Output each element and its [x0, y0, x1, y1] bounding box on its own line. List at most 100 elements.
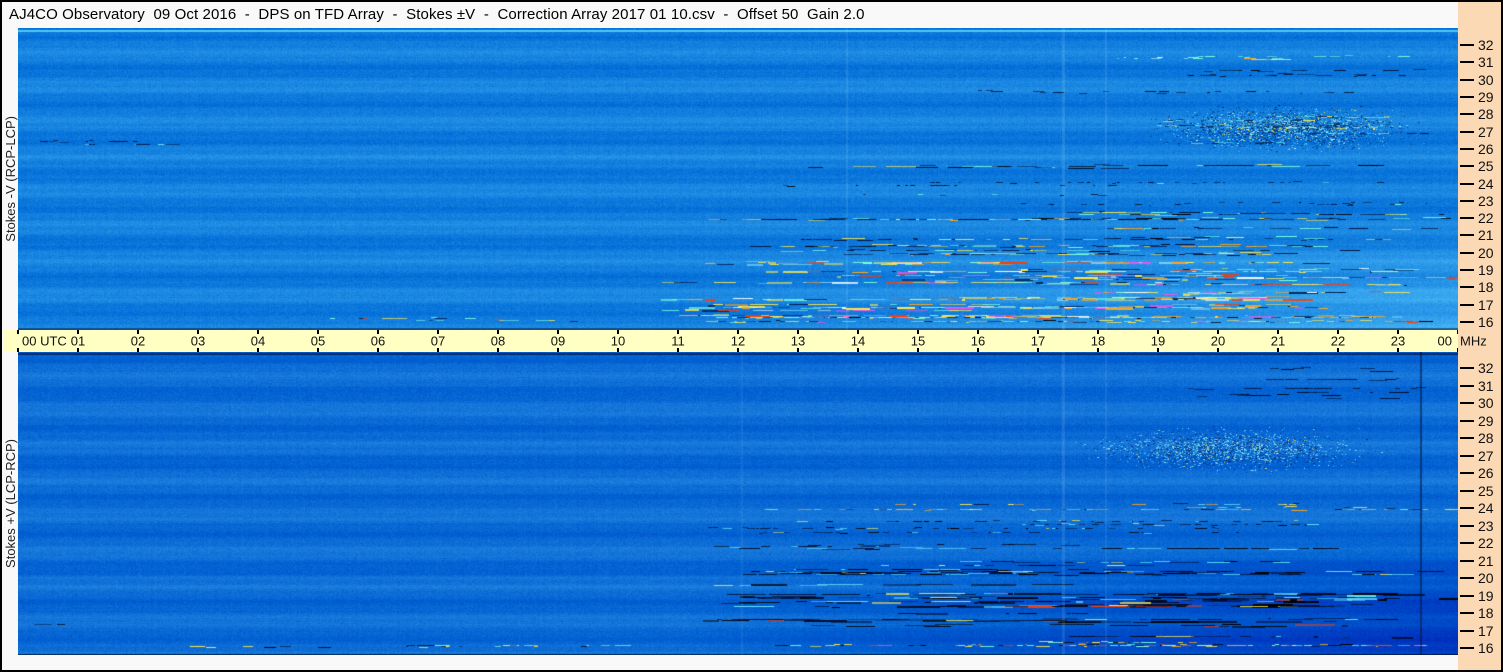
freq-tick: [1460, 525, 1474, 527]
freq-label-19: 19: [1478, 262, 1494, 278]
freq-label-22: 22: [1478, 210, 1494, 226]
freq-label-16: 16: [1478, 640, 1494, 656]
time-label-22: 22: [1330, 333, 1346, 349]
freq-label-18: 18: [1478, 605, 1494, 621]
panel-bottom-ylabel-wrap: Stokes +V (LCP-RCP): [2, 352, 18, 655]
time-label-03: 03: [190, 333, 206, 349]
freq-tick: [1460, 367, 1474, 369]
freq-label-28: 28: [1478, 106, 1494, 122]
time-label-14: 14: [850, 333, 866, 349]
time-label-15: 15: [910, 333, 926, 349]
time-label-07: 07: [430, 333, 446, 349]
freq-tick: [1460, 321, 1474, 323]
freq-label-17: 17: [1478, 623, 1494, 639]
time-label-20: 20: [1210, 333, 1226, 349]
freq-tick: [1460, 507, 1474, 509]
freq-tick: [1460, 402, 1474, 404]
time-label-00: 00 UTC: [22, 333, 67, 349]
time-label-18: 18: [1090, 333, 1106, 349]
title-bar: AJ4CO Observatory 09 Oct 2016 - DPS on T…: [2, 2, 1458, 28]
freq-label-31: 31: [1478, 54, 1494, 70]
freq-label-32: 32: [1478, 360, 1494, 376]
freq-tick: [1460, 577, 1474, 579]
freq-label-25: 25: [1478, 483, 1494, 499]
freq-label-28: 28: [1478, 430, 1494, 446]
freq-tick: [1460, 612, 1474, 614]
freq-tick: [1460, 44, 1474, 46]
freq-tick: [1460, 630, 1474, 632]
freq-label-17: 17: [1478, 297, 1494, 313]
plot-title: AJ4CO Observatory 09 Oct 2016 - DPS on T…: [9, 6, 865, 23]
time-label-19: 19: [1150, 333, 1166, 349]
freq-label-23: 23: [1478, 193, 1494, 209]
frequency-axis-bottom: 32 31 30 29 28 27 26 25 24 23 22 21 20 19 18 17 16: [1458, 352, 1501, 656]
freq-label-30: 30: [1478, 395, 1494, 411]
freq-label-26: 26: [1478, 465, 1494, 481]
panel-bottom-ylabel: Stokes +V (LCP-RCP): [2, 439, 18, 568]
freq-tick: [1460, 420, 1474, 422]
freq-tick: [1460, 385, 1474, 387]
freq-tick: [1460, 183, 1474, 185]
time-label-21: 21: [1270, 333, 1286, 349]
spectrogram-top-panel: [18, 28, 1458, 330]
freq-label-16: 16: [1478, 314, 1494, 330]
freq-label-21: 21: [1478, 553, 1494, 569]
freq-label-27: 27: [1478, 448, 1494, 464]
spectrograph-window: AJ4CO Observatory 09 Oct 2016 - DPS on T…: [0, 0, 1503, 672]
freq-label-31: 31: [1478, 378, 1494, 394]
freq-tick: [1460, 595, 1474, 597]
time-label-10: 10: [610, 333, 626, 349]
freq-tick: [1460, 269, 1474, 271]
time-label-04: 04: [250, 333, 266, 349]
freq-label-23: 23: [1478, 518, 1494, 534]
freq-tick: [1460, 217, 1474, 219]
freq-label-20: 20: [1478, 570, 1494, 586]
time-axis: 00 UTC 01 02 03 04 05 06 07 08 09 10 11 12 13 14 15 16 17…: [4, 330, 1459, 352]
freq-tick: [1460, 148, 1474, 150]
freq-label-29: 29: [1478, 413, 1494, 429]
time-label-17: 17: [1030, 333, 1046, 349]
freq-tick: [1460, 96, 1474, 98]
panel-top-ylabel: Stokes -V (RCP-LCP): [2, 116, 18, 242]
time-label-00: 00: [1437, 333, 1452, 349]
frequency-axis-top: 32 31 30 29 28 27 26 25 24 23 22 21 20 19 18 17 16: [1458, 28, 1501, 330]
freq-label-21: 21: [1478, 227, 1494, 243]
freq-tick: [1460, 286, 1474, 288]
time-label-11: 11: [671, 333, 685, 349]
mhz-unit-label: MHz: [1460, 333, 1487, 349]
time-label-13: 13: [790, 333, 806, 349]
freq-tick: [1460, 472, 1474, 474]
spectrogram-bottom-panel: [18, 352, 1458, 655]
freq-tick: [1460, 455, 1474, 457]
freq-tick: [1460, 560, 1474, 562]
freq-label-26: 26: [1478, 141, 1494, 157]
time-label-09: 09: [550, 333, 566, 349]
freq-label-24: 24: [1478, 176, 1494, 192]
freq-tick: [1460, 79, 1474, 81]
time-label-12: 12: [730, 333, 746, 349]
freq-tick: [1460, 647, 1474, 649]
time-label-06: 06: [370, 333, 386, 349]
freq-label-29: 29: [1478, 89, 1494, 105]
time-label-02: 02: [130, 333, 146, 349]
freq-label-24: 24: [1478, 500, 1494, 516]
freq-tick: [1460, 61, 1474, 63]
panel-top-ylabel-wrap: Stokes -V (RCP-LCP): [2, 28, 18, 330]
freq-label-20: 20: [1478, 245, 1494, 261]
freq-tick: [1460, 131, 1474, 133]
frequency-axis-strip: 32 31 30 29 28 27 26 25 24 23 22 21 20 19 18 17 16 MHz 3…: [1458, 2, 1501, 670]
bottom-margin: [2, 655, 1458, 670]
time-label-16: 16: [970, 333, 986, 349]
freq-label-18: 18: [1478, 279, 1494, 295]
freq-label-30: 30: [1478, 72, 1494, 88]
freq-tick: [1460, 200, 1474, 202]
freq-tick: [1460, 304, 1474, 306]
freq-label-32: 32: [1478, 37, 1494, 53]
freq-label-22: 22: [1478, 535, 1494, 551]
freq-label-19: 19: [1478, 588, 1494, 604]
time-label-05: 05: [310, 333, 326, 349]
freq-label-25: 25: [1478, 158, 1494, 174]
time-label-01: 01: [70, 333, 86, 349]
freq-tick: [1460, 252, 1474, 254]
freq-tick: [1460, 165, 1474, 167]
